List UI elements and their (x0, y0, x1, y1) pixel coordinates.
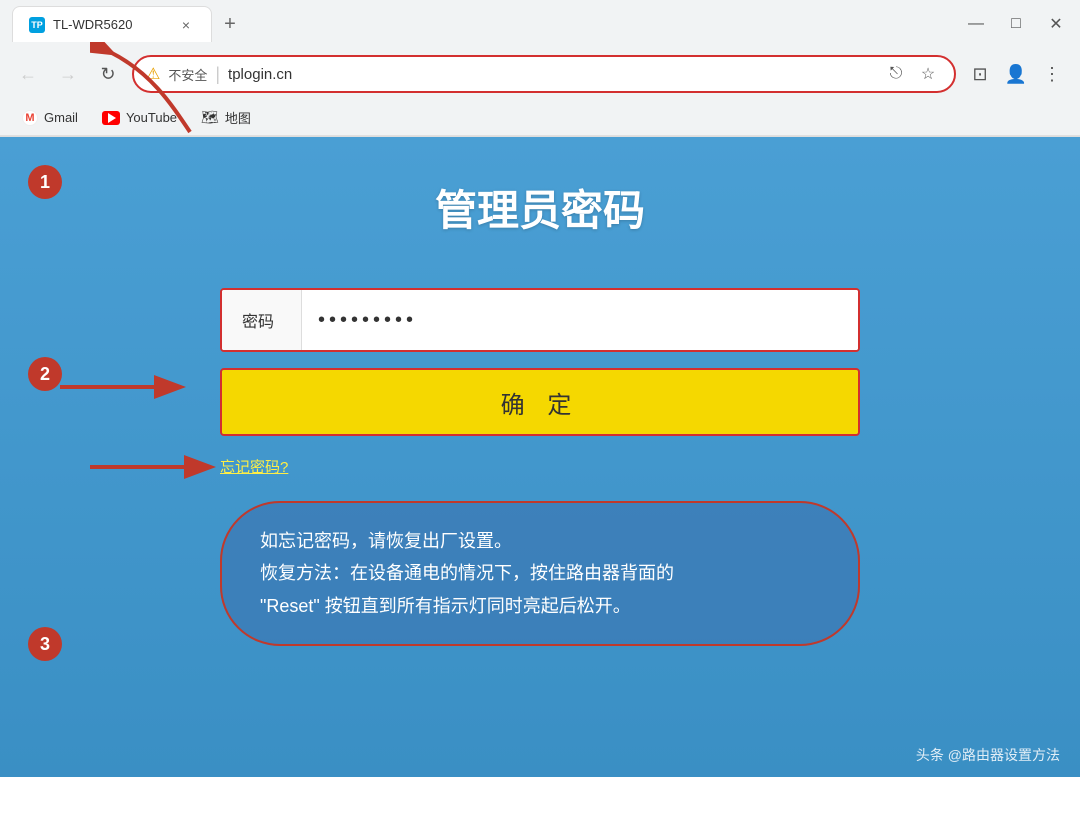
minimize-button[interactable]: — (964, 15, 988, 33)
page-title: 管理员密码 (435, 177, 645, 238)
info-box-text: 如忘记密码，请恢复出厂设置。 恢复方法：在设备通电的情况下，按住路由器背面的 "… (260, 525, 820, 622)
bookmark-youtube[interactable]: YouTube (92, 106, 187, 129)
confirm-button-wrapper: 确 定 (220, 368, 860, 436)
password-field-inner: 密码 (222, 290, 858, 350)
gmail-icon: M (22, 110, 38, 126)
gmail-label: Gmail (44, 110, 78, 125)
password-input[interactable] (302, 290, 858, 350)
url-text: tplogin.cn (228, 66, 874, 83)
menu-button[interactable]: ⋮ (1036, 58, 1068, 90)
address-bar-row: ← → ↻ ⚠ 不安全 | tplogin.cn ⎋ ☆ ⊡ 👤 ⋮ (0, 48, 1080, 100)
info-box: 如忘记密码，请恢复出厂设置。 恢复方法：在设备通电的情况下，按住路由器背面的 "… (220, 501, 860, 646)
window-controls: — □ ✕ (948, 14, 1068, 34)
browser-chrome: TP TL-WDR5620 × + — □ ✕ ← → ↻ ⚠ 不安全 | tp… (0, 0, 1080, 137)
browser-right-icons: ⊡ 👤 ⋮ (964, 58, 1068, 90)
maximize-button[interactable]: □ (1004, 15, 1028, 33)
info-line-2: 恢复方法：在设备通电的情况下，按住路由器背面的 (260, 557, 820, 589)
arrow-2 (60, 367, 190, 407)
window-close-button[interactable]: ✕ (1044, 14, 1068, 34)
back-button[interactable]: ← (12, 58, 44, 90)
info-line-3: "Reset" 按钮直到所有指示灯同时亮起后松开。 (260, 590, 820, 622)
forgot-row: 忘记密码? (220, 452, 860, 477)
page-content: 1 管理员密码 2 密码 确 定 (0, 137, 1080, 777)
step-2-indicator: 2 (28, 357, 62, 391)
youtube-label: YouTube (126, 110, 177, 125)
title-bar: TP TL-WDR5620 × + — □ ✕ (0, 0, 1080, 48)
split-screen-button[interactable]: ⊡ (964, 58, 996, 90)
youtube-play-icon (108, 113, 116, 123)
address-actions: ⎋ ☆ (882, 60, 942, 88)
bookmark-gmail[interactable]: M Gmail (12, 106, 88, 130)
tab-title: TL-WDR5620 (53, 17, 169, 32)
bookmark-maps[interactable]: 🗺 地图 (191, 104, 261, 131)
maps-label: 地图 (225, 108, 251, 127)
password-form: 2 密码 确 定 (220, 288, 860, 646)
youtube-icon (102, 111, 120, 125)
password-field-wrapper: 密码 (220, 288, 860, 352)
step-3-indicator: 3 (28, 627, 62, 661)
share-button[interactable]: ⎋ (882, 60, 910, 88)
address-bar[interactable]: ⚠ 不安全 | tplogin.cn ⎋ ☆ (132, 55, 956, 93)
profile-button[interactable]: 👤 (1000, 58, 1032, 90)
step-1-indicator: 1 (28, 165, 62, 199)
password-label: 密码 (222, 290, 302, 350)
info-line-1: 如忘记密码，请恢复出厂设置。 (260, 525, 820, 557)
forward-button[interactable]: → (52, 58, 84, 90)
refresh-button[interactable]: ↻ (92, 58, 124, 90)
tab-favicon: TP (29, 17, 45, 33)
tab-close-button[interactable]: × (177, 16, 195, 34)
tab-area: TP TL-WDR5620 × + (12, 6, 948, 42)
active-tab[interactable]: TP TL-WDR5620 × (12, 6, 212, 42)
confirm-button[interactable]: 确 定 (222, 370, 858, 434)
maps-icon: 🗺 (201, 109, 219, 126)
forgot-password-link[interactable]: 忘记密码? (220, 456, 288, 477)
security-warning-icon: ⚠ (146, 64, 160, 84)
new-tab-button[interactable]: + (216, 10, 244, 38)
bookmark-button[interactable]: ☆ (914, 60, 942, 88)
address-separator: | (215, 64, 220, 85)
bookmarks-bar: M Gmail YouTube 🗺 地图 (0, 100, 1080, 136)
arrow-3 (90, 447, 220, 487)
security-label: 不安全 (168, 65, 207, 84)
watermark: 头条 @路由器设置方法 (916, 745, 1060, 765)
